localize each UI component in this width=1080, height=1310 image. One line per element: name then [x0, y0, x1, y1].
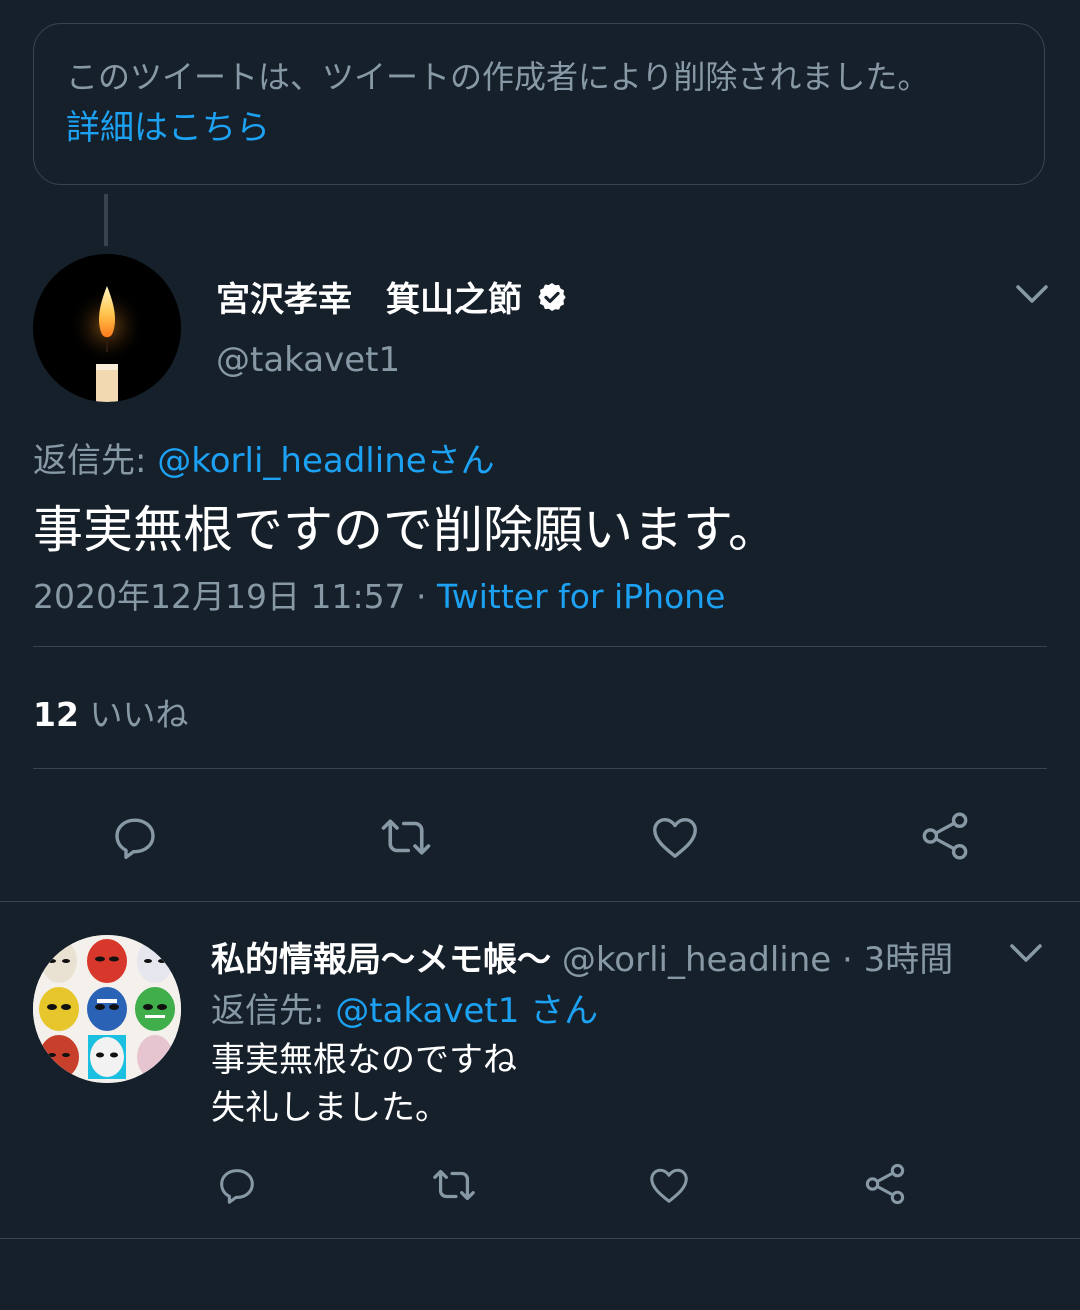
reply-to-line: 返信先: @takavet1 さん: [211, 983, 598, 1032]
verified-badge-icon: [538, 282, 566, 311]
divider: [33, 768, 1047, 769]
reply-display-name[interactable]: 私的情報局〜メモ帳〜: [211, 940, 551, 980]
divider: [33, 646, 1047, 647]
divider: [0, 901, 1080, 902]
reply-separator: ·: [831, 940, 864, 980]
reply-prefix: 返信先:: [211, 991, 336, 1031]
meta-separator: ·: [405, 577, 438, 616]
retweet-icon[interactable]: [428, 1162, 480, 1208]
tweet-source-link[interactable]: Twitter for iPhone: [437, 577, 725, 616]
opera-mask-avatar-image: [33, 935, 181, 1083]
share-icon[interactable]: [918, 808, 972, 864]
author-handle[interactable]: @takavet1: [216, 340, 400, 380]
divider: [0, 1238, 1080, 1239]
reply-icon[interactable]: [214, 1162, 260, 1208]
reply-text-line: 失礼しました。: [211, 1088, 449, 1128]
like-icon[interactable]: [648, 810, 702, 864]
candle-icon: [33, 254, 181, 402]
tweet-timestamp[interactable]: 2020年12月19日 11:57: [33, 577, 406, 616]
author-name-row[interactable]: 宮沢孝幸 箕山之節: [216, 272, 568, 321]
chevron-down-icon[interactable]: [1008, 940, 1044, 966]
reply-handle[interactable]: @korli_headline: [562, 940, 831, 980]
reply-to-line: 返信先: @korli_headlineさん: [33, 433, 495, 482]
retweet-icon[interactable]: [376, 810, 436, 864]
reply-icon[interactable]: [108, 810, 162, 864]
reply-to-suffix[interactable]: さん: [427, 441, 495, 481]
deleted-tweet-notice: このツイートは、ツイートの作成者により削除されました。 詳細はこちら: [33, 23, 1045, 185]
thread-connector: [104, 194, 108, 246]
reply-header: 私的情報局〜メモ帳〜 @korli_headline · 3時間: [211, 932, 953, 981]
share-icon[interactable]: [862, 1160, 908, 1208]
reply-time[interactable]: 3時間: [864, 940, 954, 980]
reply-tweet-text: 事実無根なのですね 失礼しました。: [211, 1036, 517, 1132]
tweet-meta: 2020年12月19日 11:57 · Twitter for iPhone: [33, 570, 725, 618]
reply-prefix: 返信先:: [33, 441, 158, 481]
avatar[interactable]: [33, 254, 181, 402]
like-icon[interactable]: [646, 1162, 692, 1208]
tweet-text: 事実無根ですので削除願います。: [33, 501, 778, 559]
reply-avatar[interactable]: [33, 935, 181, 1083]
learn-more-link[interactable]: 詳細はこちら: [66, 100, 270, 156]
like-count: 12: [33, 695, 79, 734]
reply-text-line: 事実無根なのですね: [211, 1040, 517, 1080]
like-label: いいね: [89, 695, 189, 734]
display-name[interactable]: 宮沢孝幸 箕山之節: [216, 272, 522, 321]
reply-to-user-link[interactable]: @takavet1: [335, 991, 519, 1031]
deleted-notice-text: このツイートは、ツイートの作成者により削除されました。: [66, 58, 930, 96]
chevron-down-icon[interactable]: [1014, 280, 1050, 308]
reply-to-user-link[interactable]: @korli_headline: [157, 441, 426, 481]
like-count-row[interactable]: 12 いいね: [33, 688, 188, 736]
reply-to-suffix[interactable]: さん: [519, 991, 598, 1031]
